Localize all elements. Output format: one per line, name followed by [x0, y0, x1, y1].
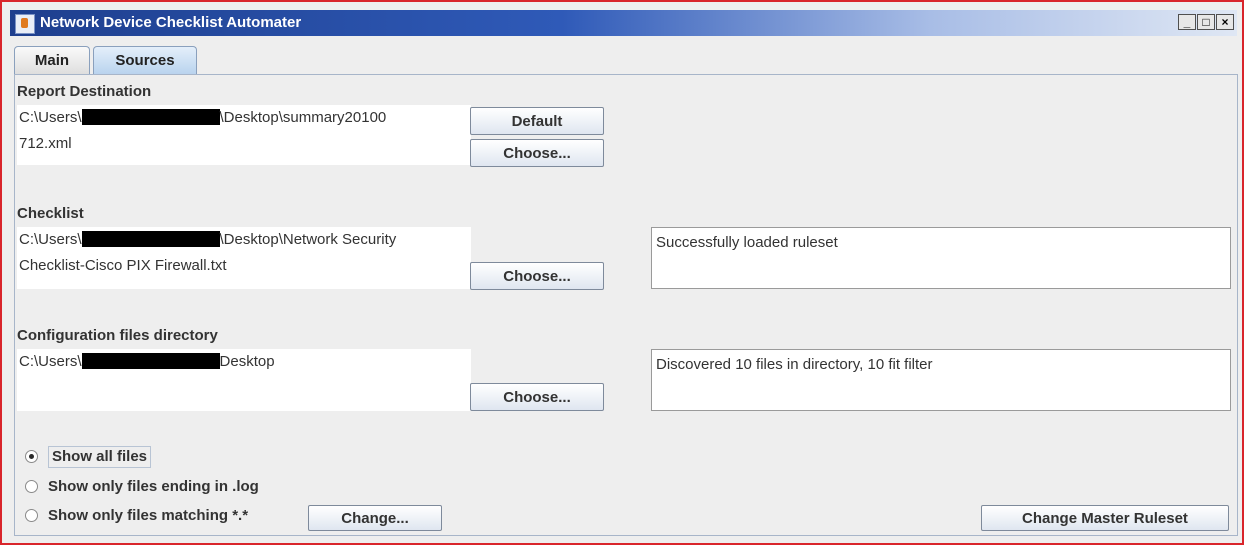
path-suffix: \Desktop\summary20100	[219, 109, 387, 126]
filter-option-label: Show all files	[48, 446, 152, 468]
tab-sources[interactable]: Sources	[93, 46, 197, 74]
change-master-ruleset-button[interactable]: Change Master Ruleset	[981, 505, 1229, 531]
checklist-status: Successfully loaded ruleset	[651, 227, 1231, 289]
window-title: Network Device Checklist Automater	[40, 14, 302, 31]
radio-selected-icon[interactable]	[25, 450, 38, 463]
radio-unselected-icon[interactable]	[25, 480, 38, 493]
config-dir-path[interactable]: C:\Users\ Desktop	[17, 349, 471, 411]
report-destination-path[interactable]: C:\Users\ \Desktop\summary20100 712.xml	[17, 105, 471, 165]
app-window: Network Device Checklist Automater _ □ ×…	[0, 0, 1244, 545]
checklist-label: Checklist	[17, 205, 84, 222]
config-dir-label: Configuration files directory	[17, 327, 218, 344]
sources-panel: Report Destination C:\Users\ \Desktop\sum…	[14, 74, 1238, 536]
filter-option-log[interactable]: Show only files ending in .log	[25, 476, 259, 498]
filter-option-all[interactable]: Show all files	[25, 446, 152, 468]
config-dir-status: Discovered 10 files in directory, 10 fit…	[651, 349, 1231, 411]
path-line2: Checklist-Cisco PIX Firewall.txt	[19, 257, 227, 274]
checklist-path[interactable]: C:\Users\ \Desktop\Network Security Check…	[17, 227, 471, 289]
close-button[interactable]: ×	[1216, 14, 1234, 30]
path-suffix: Desktop	[219, 353, 275, 370]
title-bar[interactable]: Network Device Checklist Automater _ □ ×	[10, 10, 1237, 36]
change-pattern-button[interactable]: Change...	[308, 505, 442, 531]
choose-report-button[interactable]: Choose...	[470, 139, 604, 167]
path-line2: 712.xml	[19, 135, 72, 152]
redacted-username	[81, 353, 220, 369]
path-prefix: C:\Users\	[19, 109, 82, 126]
report-destination-label: Report Destination	[17, 83, 152, 100]
choose-checklist-button[interactable]: Choose...	[470, 262, 604, 290]
choose-config-dir-button[interactable]: Choose...	[470, 383, 604, 411]
filter-option-label: Show only files ending in .log	[48, 478, 259, 495]
redacted-username	[81, 109, 220, 125]
minimize-button[interactable]: _	[1178, 14, 1196, 30]
filter-option-label: Show only files matching *.*	[48, 507, 249, 524]
default-button[interactable]: Default	[470, 107, 604, 135]
radio-unselected-icon[interactable]	[25, 509, 38, 522]
java-app-icon	[15, 14, 35, 34]
maximize-button[interactable]: □	[1197, 14, 1215, 30]
redacted-username	[81, 231, 220, 247]
path-prefix: C:\Users\	[19, 231, 82, 248]
path-suffix: \Desktop\Network Security	[219, 231, 397, 248]
tab-main[interactable]: Main	[14, 46, 90, 74]
path-prefix: C:\Users\	[19, 353, 82, 370]
filter-option-pattern[interactable]: Show only files matching *.*	[25, 505, 248, 527]
